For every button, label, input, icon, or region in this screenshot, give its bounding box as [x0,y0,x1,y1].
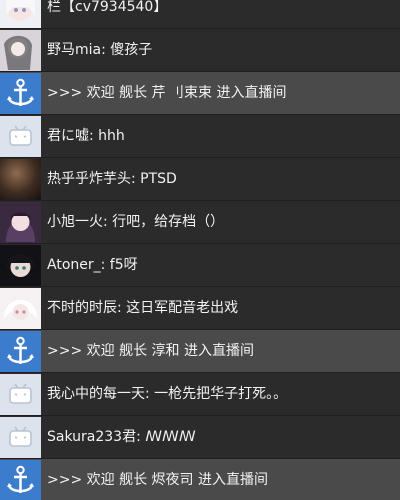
dark-photo-avatar[interactable] [0,159,41,200]
black-hair-avatar[interactable] [0,245,41,286]
chat-message-list: 栏【cv7934540】 野马mia: 傻孩子 >>> 欢迎 舰长 芹 刂束束 … [0,0,400,500]
chat-message-row: 我心中的每一天: 一枪先把华子打死。。 [0,373,400,416]
default-tv-avatar[interactable] [0,417,41,458]
chat-message-row: 小旭一火: 行吧，给存档（） [0,201,400,244]
anime-girl-avatar[interactable] [0,202,41,243]
anchor-badge-icon [0,331,41,372]
system-welcome-row: >>> 欢迎 舰长 烬夜司 进入直播间 [0,459,400,500]
chat-message-text: 栏【cv7934540】 [47,0,168,15]
system-welcome-row: >>> 欢迎 舰长 淳和 进入直播间 [0,330,400,373]
anchor-badge-icon [0,73,41,114]
default-tv-avatar[interactable] [0,116,41,157]
default-tv-avatar[interactable] [0,374,41,415]
chat-message-text: 不时的时辰: 这日军配音老出戏 [47,300,239,316]
chat-message-text: 野马mia: 傻孩子 [47,42,153,58]
chat-message-row: 栏【cv7934540】 [0,0,400,29]
chat-message-text: 我心中的每一天: 一枪先把华子打死。。 [47,386,288,402]
chat-message-row: 野马mia: 傻孩子 [0,29,400,72]
system-message-text: >>> 欢迎 舰长 芹 刂束束 进入直播间 [47,85,287,101]
system-welcome-row: >>> 欢迎 舰长 芹 刂束束 进入直播间 [0,72,400,115]
photo-avatar[interactable] [0,30,41,71]
anime-girl-avatar[interactable] [0,0,41,28]
system-message-text: >>> 欢迎 舰长 烬夜司 进入直播间 [47,472,268,488]
chat-message-text: 热乎乎炸芋头: PTSD [47,171,177,187]
anchor-badge-icon [0,460,41,500]
chat-message-row: Sakura233君: ꟿꟿꟿ [0,416,400,459]
chat-message-text: Sakura233君: ꟿꟿꟿ [47,429,196,445]
chat-message-row: 热乎乎炸芋头: PTSD [0,158,400,201]
chat-message-text: Atoner_: f5呀 [47,257,138,273]
live-chat-panel: 栏【cv7934540】 野马mia: 傻孩子 >>> 欢迎 舰长 芹 刂束束 … [0,0,400,500]
pale-anime-avatar[interactable] [0,288,41,329]
chat-message-row: Atoner_: f5呀 [0,244,400,287]
chat-message-text: 小旭一火: 行吧，给存档（） [47,214,225,230]
chat-message-text: 君に嘘: hhh [47,128,125,144]
system-message-text: >>> 欢迎 舰长 淳和 进入直播间 [47,343,254,359]
chat-message-row: 不时的时辰: 这日军配音老出戏 [0,287,400,330]
chat-message-row: 君に嘘: hhh [0,115,400,158]
